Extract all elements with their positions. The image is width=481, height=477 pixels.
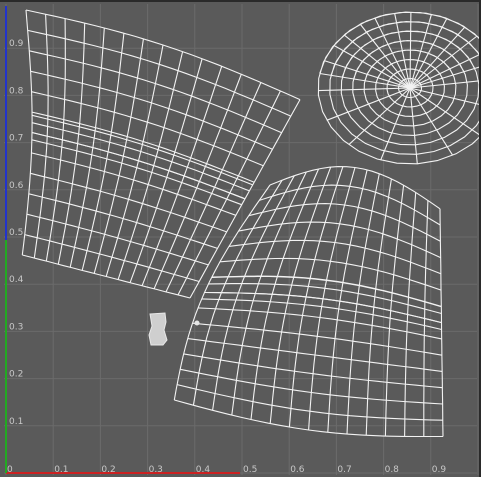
u-tick-label: 0.3 <box>149 465 163 475</box>
v-tick-label: 0.4 <box>9 275 24 285</box>
v-tick-label: 0.2 <box>9 370 23 380</box>
v-tick-label: 0.6 <box>9 181 24 191</box>
v-tick-label: 0.9 <box>9 39 24 49</box>
u-tick-label: 0.5 <box>243 465 257 475</box>
uv-canvas[interactable]: 0 0.1 0.2 0.3 0.4 0.5 0.6 0.7 0.8 0.9 0.1 0.2 0.3 0.4… <box>0 0 481 477</box>
u-tick-label: 0.4 <box>196 465 211 475</box>
u-tick-label: 0.1 <box>54 465 68 475</box>
u-tick-label: 0.2 <box>101 465 115 475</box>
u-tick-label: 0.8 <box>385 465 400 475</box>
u-tick-label: 0.7 <box>337 465 351 475</box>
uv-editor-viewport[interactable]: 0 0.1 0.2 0.3 0.4 0.5 0.6 0.7 0.8 0.9 0.1 0.2 0.3 0.4… <box>0 0 481 477</box>
u-tick-label: 0.9 <box>432 465 447 475</box>
v-tick-label: 0.8 <box>9 86 24 96</box>
u-tick-label: 0 <box>7 465 13 475</box>
v-tick-label: 0.7 <box>9 134 23 144</box>
v-tick-label: 0.3 <box>9 322 23 332</box>
v-tick-label: 0.1 <box>9 417 23 427</box>
tiny-uv-island[interactable] <box>194 320 200 326</box>
small-uv-island[interactable] <box>148 312 168 346</box>
u-tick-label: 0.6 <box>290 465 305 475</box>
v-tick-label: 0.5 <box>9 228 23 238</box>
